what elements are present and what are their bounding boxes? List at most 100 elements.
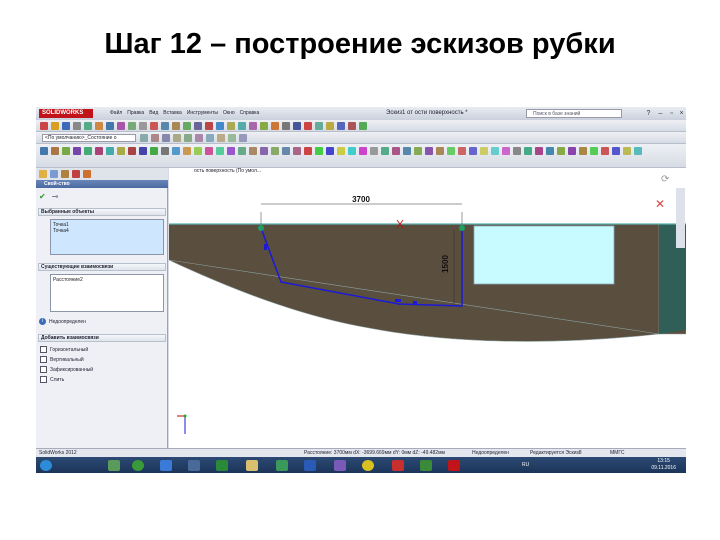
- relation-horizontal[interactable]: Горизонтальный: [40, 346, 88, 353]
- sketch-tool-22-icon[interactable]: [271, 147, 279, 155]
- clock[interactable]: 13:15 09.11.2016: [651, 458, 676, 472]
- line-icon[interactable]: [128, 122, 136, 130]
- sketch-tool-1-icon[interactable]: [40, 147, 48, 155]
- sketch-tool-55-icon[interactable]: [634, 147, 642, 155]
- hide-show-icon[interactable]: [206, 134, 214, 142]
- pdf-icon[interactable]: [392, 460, 404, 471]
- pattern-icon[interactable]: [216, 122, 224, 130]
- previous-view-icon[interactable]: [162, 134, 170, 142]
- list-item[interactable]: Расстояние2: [53, 277, 161, 283]
- sketch-tool-44-icon[interactable]: [513, 147, 521, 155]
- feature-manager-tab-icon[interactable]: [39, 170, 47, 178]
- sketch-tool-16-icon[interactable]: [205, 147, 213, 155]
- view-orientation-icon[interactable]: [184, 134, 192, 142]
- sketch-tool-27-icon[interactable]: [326, 147, 334, 155]
- sketch-tool-47-icon[interactable]: [546, 147, 554, 155]
- trim-icon[interactable]: [183, 122, 191, 130]
- sketch-tool-41-icon[interactable]: [480, 147, 488, 155]
- restore-icon[interactable]: ▫: [667, 109, 676, 118]
- sketch-tool-51-icon[interactable]: [590, 147, 598, 155]
- repair-icon[interactable]: [238, 122, 246, 130]
- zoom-area-icon[interactable]: [151, 134, 159, 142]
- sketch-tool-34-icon[interactable]: [403, 147, 411, 155]
- point-icon[interactable]: [348, 122, 356, 130]
- start-icon[interactable]: [40, 460, 52, 471]
- notes-icon[interactable]: [246, 460, 258, 471]
- sketch-tool-11-icon[interactable]: [150, 147, 158, 155]
- sketch-tool-48-icon[interactable]: [557, 147, 565, 155]
- word-icon[interactable]: [304, 460, 316, 471]
- sketch-canvas[interactable]: 3700 1500 ⟳ ✕: [169, 168, 686, 448]
- sketch-tool-40-icon[interactable]: [469, 147, 477, 155]
- task-pane-tabs[interactable]: [676, 188, 685, 248]
- sketch-tool-50-icon[interactable]: [579, 147, 587, 155]
- sketch-tool-15-icon[interactable]: [194, 147, 202, 155]
- configuration-select[interactable]: <По умолчанию>_Состояние о: [42, 134, 136, 142]
- circle-icon[interactable]: [150, 122, 158, 130]
- terminal-icon[interactable]: [276, 460, 288, 471]
- sketch-tool-24-icon[interactable]: [293, 147, 301, 155]
- sketch-tool-20-icon[interactable]: [249, 147, 257, 155]
- menu-help[interactable]: Справка: [240, 110, 260, 116]
- sketch-tool-21-icon[interactable]: [260, 147, 268, 155]
- shaded-sketch-icon[interactable]: [271, 122, 279, 130]
- scene-icon[interactable]: [228, 134, 236, 142]
- sketch-tool-7-icon[interactable]: [106, 147, 114, 155]
- rectangle-icon[interactable]: [139, 122, 147, 130]
- selected-entities-header[interactable]: Выбранные объекты: [38, 208, 166, 216]
- sketch-tool-38-icon[interactable]: [447, 147, 455, 155]
- sketch-tool-32-icon[interactable]: [381, 147, 389, 155]
- sketch-tool-6-icon[interactable]: [95, 147, 103, 155]
- menu-file[interactable]: Файл: [110, 110, 122, 116]
- sketch-tool-28-icon[interactable]: [337, 147, 345, 155]
- move-icon[interactable]: [282, 122, 290, 130]
- sketch-tool-43-icon[interactable]: [502, 147, 510, 155]
- sketch-tool-14-icon[interactable]: [183, 147, 191, 155]
- menu-tools[interactable]: Инструменты: [187, 110, 218, 116]
- sketch-point[interactable]: [459, 225, 465, 231]
- add-relations-header[interactable]: Добавить взаимосвязи: [38, 334, 166, 342]
- close-icon[interactable]: ×: [677, 109, 686, 118]
- offset-icon[interactable]: [194, 122, 202, 130]
- save-icon[interactable]: [62, 122, 70, 130]
- sketch-tool-29-icon[interactable]: [348, 147, 356, 155]
- intersection-icon[interactable]: [326, 122, 334, 130]
- relation-merge[interactable]: Слить: [40, 376, 64, 383]
- selected-entities-list[interactable]: Точка1 Точка4: [50, 219, 164, 255]
- relation-fixed[interactable]: Зафиксированный: [40, 366, 93, 373]
- display-manager-tab-icon[interactable]: [83, 170, 91, 178]
- excel-icon[interactable]: [216, 460, 228, 471]
- sketch-tool-9-icon[interactable]: [128, 147, 136, 155]
- sketch-tool-46-icon[interactable]: [535, 147, 543, 155]
- sketch-tool-3-icon[interactable]: [62, 147, 70, 155]
- sketch-tool-25-icon[interactable]: [304, 147, 312, 155]
- sketch-tool-5-icon[interactable]: [84, 147, 92, 155]
- sketch-tool-42-icon[interactable]: [491, 147, 499, 155]
- help-icon[interactable]: ?: [644, 109, 653, 118]
- search-input[interactable]: Поиск в базе знаний: [526, 109, 622, 118]
- graphics-area[interactable]: 3700 1500 ⟳ ✕ ость поверхность (По умол.…: [169, 168, 686, 448]
- menu-edit[interactable]: Правка: [127, 110, 144, 116]
- sketch-tool-33-icon[interactable]: [392, 147, 400, 155]
- app-icon[interactable]: [420, 460, 432, 471]
- rebuild-icon[interactable]: [95, 122, 103, 130]
- open-icon[interactable]: [51, 122, 59, 130]
- section-view-icon[interactable]: [173, 134, 181, 142]
- sketch-tool-52-icon[interactable]: [601, 147, 609, 155]
- sketch-tool-37-icon[interactable]: [436, 147, 444, 155]
- zoom-fit-icon[interactable]: [140, 134, 148, 142]
- sketch-tool-54-icon[interactable]: [623, 147, 631, 155]
- minimize-icon[interactable]: –: [656, 109, 665, 118]
- dimxpert-tab-icon[interactable]: [72, 170, 80, 178]
- relation-vertical[interactable]: Вертикальный: [40, 356, 84, 363]
- language-indicator[interactable]: RU: [522, 462, 529, 468]
- browser-icon[interactable]: [132, 460, 144, 471]
- menu-window[interactable]: Окно: [223, 110, 235, 116]
- units[interactable]: ММГС: [610, 450, 624, 456]
- delete-icon[interactable]: [304, 122, 312, 130]
- new-icon[interactable]: [40, 122, 48, 130]
- folder-icon[interactable]: [188, 460, 200, 471]
- dimension-1500[interactable]: 1500: [441, 255, 450, 273]
- sketch-tool-13-icon[interactable]: [172, 147, 180, 155]
- ok-check-icon[interactable]: ✔: [39, 192, 46, 201]
